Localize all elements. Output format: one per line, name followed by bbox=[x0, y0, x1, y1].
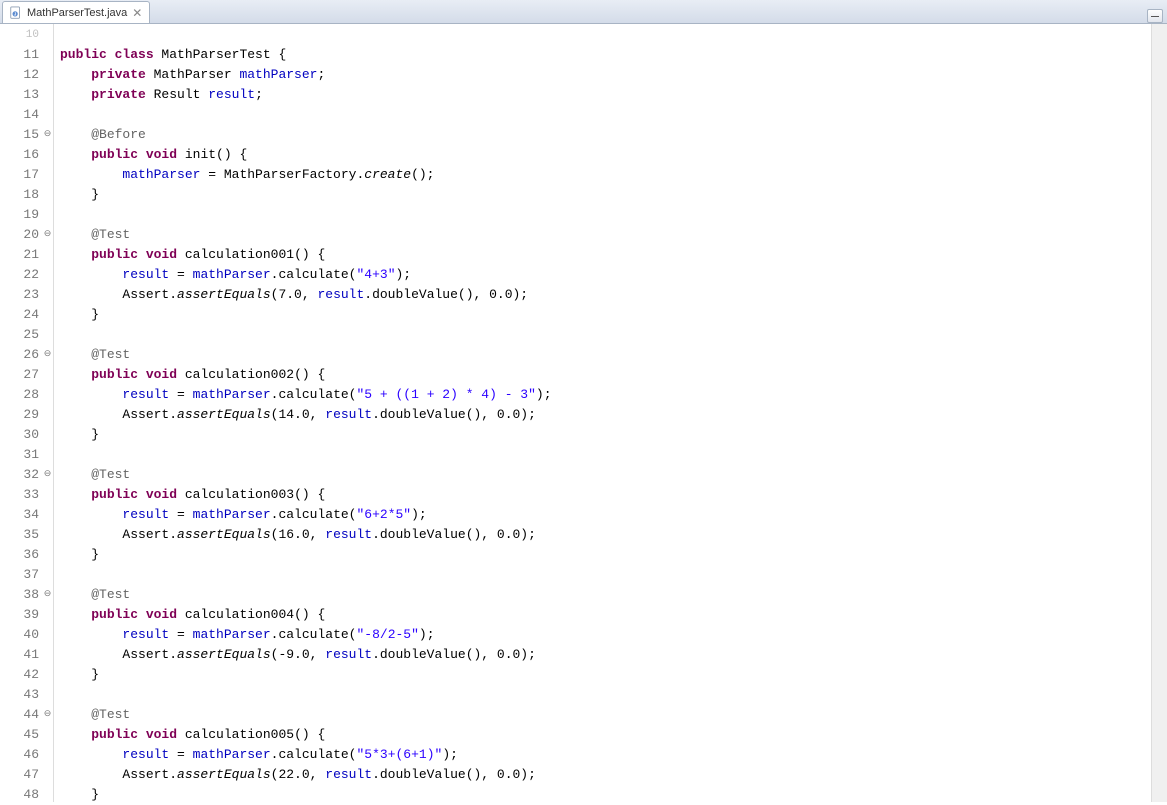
code-line[interactable]: result = mathParser.calculate("-8/2-5"); bbox=[60, 625, 1167, 645]
code-line[interactable]: } bbox=[60, 545, 1167, 565]
code-line[interactable]: @Test bbox=[60, 465, 1167, 485]
code-line[interactable] bbox=[60, 325, 1167, 345]
line-number: 23 bbox=[0, 285, 53, 305]
line-number: 30 bbox=[0, 425, 53, 445]
code-line[interactable]: result = mathParser.calculate("5*3+(6+1)… bbox=[60, 745, 1167, 765]
tab-close-icon[interactable]: ✕ bbox=[131, 7, 143, 19]
code-line[interactable] bbox=[60, 25, 1167, 45]
code-line[interactable]: @Test bbox=[60, 345, 1167, 365]
minimize-view-button[interactable] bbox=[1147, 9, 1163, 23]
code-line[interactable]: public void calculation002() { bbox=[60, 365, 1167, 385]
line-number: 24 bbox=[0, 305, 53, 325]
line-number: 14 bbox=[0, 105, 53, 125]
line-number: 36 bbox=[0, 545, 53, 565]
code-line[interactable]: @Before bbox=[60, 125, 1167, 145]
line-number: 28 bbox=[0, 385, 53, 405]
code-line[interactable]: } bbox=[60, 305, 1167, 325]
line-number: 15⊖ bbox=[0, 125, 53, 145]
editor-tab-bar: J MathParserTest.java ✕ bbox=[0, 0, 1167, 24]
fold-toggle-icon[interactable]: ⊖ bbox=[43, 470, 52, 479]
line-number: 31 bbox=[0, 445, 53, 465]
code-line[interactable]: } bbox=[60, 185, 1167, 205]
line-number: 35 bbox=[0, 525, 53, 545]
code-line[interactable]: @Test bbox=[60, 705, 1167, 725]
line-number: 48 bbox=[0, 785, 53, 805]
code-line[interactable]: Assert.assertEquals(14.0, result.doubleV… bbox=[60, 405, 1167, 425]
fold-toggle-icon[interactable]: ⊖ bbox=[43, 230, 52, 239]
line-number: 13 bbox=[0, 85, 53, 105]
code-area[interactable]: public class MathParserTest { private Ma… bbox=[54, 24, 1167, 802]
line-number: 39 bbox=[0, 605, 53, 625]
editor-tab-active[interactable]: J MathParserTest.java ✕ bbox=[2, 1, 150, 23]
line-number: 11 bbox=[0, 45, 53, 65]
line-number: 37 bbox=[0, 565, 53, 585]
fold-toggle-icon[interactable]: ⊖ bbox=[43, 710, 52, 719]
line-number: 10 bbox=[0, 25, 53, 45]
code-line[interactable]: } bbox=[60, 425, 1167, 445]
code-line[interactable]: public void calculation001() { bbox=[60, 245, 1167, 265]
line-number: 41 bbox=[0, 645, 53, 665]
tab-filename: MathParserTest.java bbox=[27, 7, 127, 19]
code-line[interactable]: private MathParser mathParser; bbox=[60, 65, 1167, 85]
line-number: 46 bbox=[0, 745, 53, 765]
fold-toggle-icon[interactable]: ⊖ bbox=[43, 590, 52, 599]
line-number: 45 bbox=[0, 725, 53, 745]
code-line[interactable]: public void init() { bbox=[60, 145, 1167, 165]
code-line[interactable]: Assert.assertEquals(16.0, result.doubleV… bbox=[60, 525, 1167, 545]
code-line[interactable]: result = mathParser.calculate("5 + ((1 +… bbox=[60, 385, 1167, 405]
code-line[interactable]: Assert.assertEquals(-9.0, result.doubleV… bbox=[60, 645, 1167, 665]
line-number: 27 bbox=[0, 365, 53, 385]
java-file-icon: J bbox=[9, 6, 23, 20]
code-line[interactable]: @Test bbox=[60, 225, 1167, 245]
line-number: 20⊖ bbox=[0, 225, 53, 245]
line-number: 47 bbox=[0, 765, 53, 785]
line-number: 38⊖ bbox=[0, 585, 53, 605]
line-number: 16 bbox=[0, 145, 53, 165]
line-number: 21 bbox=[0, 245, 53, 265]
code-line[interactable]: @Test bbox=[60, 585, 1167, 605]
line-number: 29 bbox=[0, 405, 53, 425]
fold-toggle-icon[interactable]: ⊖ bbox=[43, 130, 52, 139]
code-editor[interactable]: 101112131415⊖1617181920⊖212223242526⊖272… bbox=[0, 24, 1167, 802]
code-line[interactable] bbox=[60, 445, 1167, 465]
code-line[interactable]: public class MathParserTest { bbox=[60, 45, 1167, 65]
code-line[interactable]: } bbox=[60, 665, 1167, 685]
line-number: 33 bbox=[0, 485, 53, 505]
line-number: 12 bbox=[0, 65, 53, 85]
line-number: 34 bbox=[0, 505, 53, 525]
code-line[interactable]: private Result result; bbox=[60, 85, 1167, 105]
line-number: 44⊖ bbox=[0, 705, 53, 725]
code-line[interactable] bbox=[60, 685, 1167, 705]
fold-toggle-icon[interactable]: ⊖ bbox=[43, 350, 52, 359]
line-number: 26⊖ bbox=[0, 345, 53, 365]
line-number: 32⊖ bbox=[0, 465, 53, 485]
code-line[interactable] bbox=[60, 565, 1167, 585]
code-line[interactable]: result = mathParser.calculate("6+2*5"); bbox=[60, 505, 1167, 525]
line-number: 42 bbox=[0, 665, 53, 685]
line-number: 43 bbox=[0, 685, 53, 705]
code-line[interactable] bbox=[60, 205, 1167, 225]
code-line[interactable]: mathParser = MathParserFactory.create(); bbox=[60, 165, 1167, 185]
line-number-gutter: 101112131415⊖1617181920⊖212223242526⊖272… bbox=[0, 24, 54, 802]
line-number: 17 bbox=[0, 165, 53, 185]
line-number: 40 bbox=[0, 625, 53, 645]
vertical-scrollbar[interactable] bbox=[1151, 24, 1167, 802]
code-line[interactable]: Assert.assertEquals(7.0, result.doubleVa… bbox=[60, 285, 1167, 305]
line-number: 22 bbox=[0, 265, 53, 285]
code-line[interactable]: result = mathParser.calculate("4+3"); bbox=[60, 265, 1167, 285]
code-line[interactable]: public void calculation004() { bbox=[60, 605, 1167, 625]
code-line[interactable]: Assert.assertEquals(22.0, result.doubleV… bbox=[60, 765, 1167, 785]
line-number: 18 bbox=[0, 185, 53, 205]
code-line[interactable]: public void calculation003() { bbox=[60, 485, 1167, 505]
line-number: 25 bbox=[0, 325, 53, 345]
code-line[interactable] bbox=[60, 105, 1167, 125]
line-number: 19 bbox=[0, 205, 53, 225]
code-line[interactable]: public void calculation005() { bbox=[60, 725, 1167, 745]
code-line[interactable]: } bbox=[60, 785, 1167, 802]
